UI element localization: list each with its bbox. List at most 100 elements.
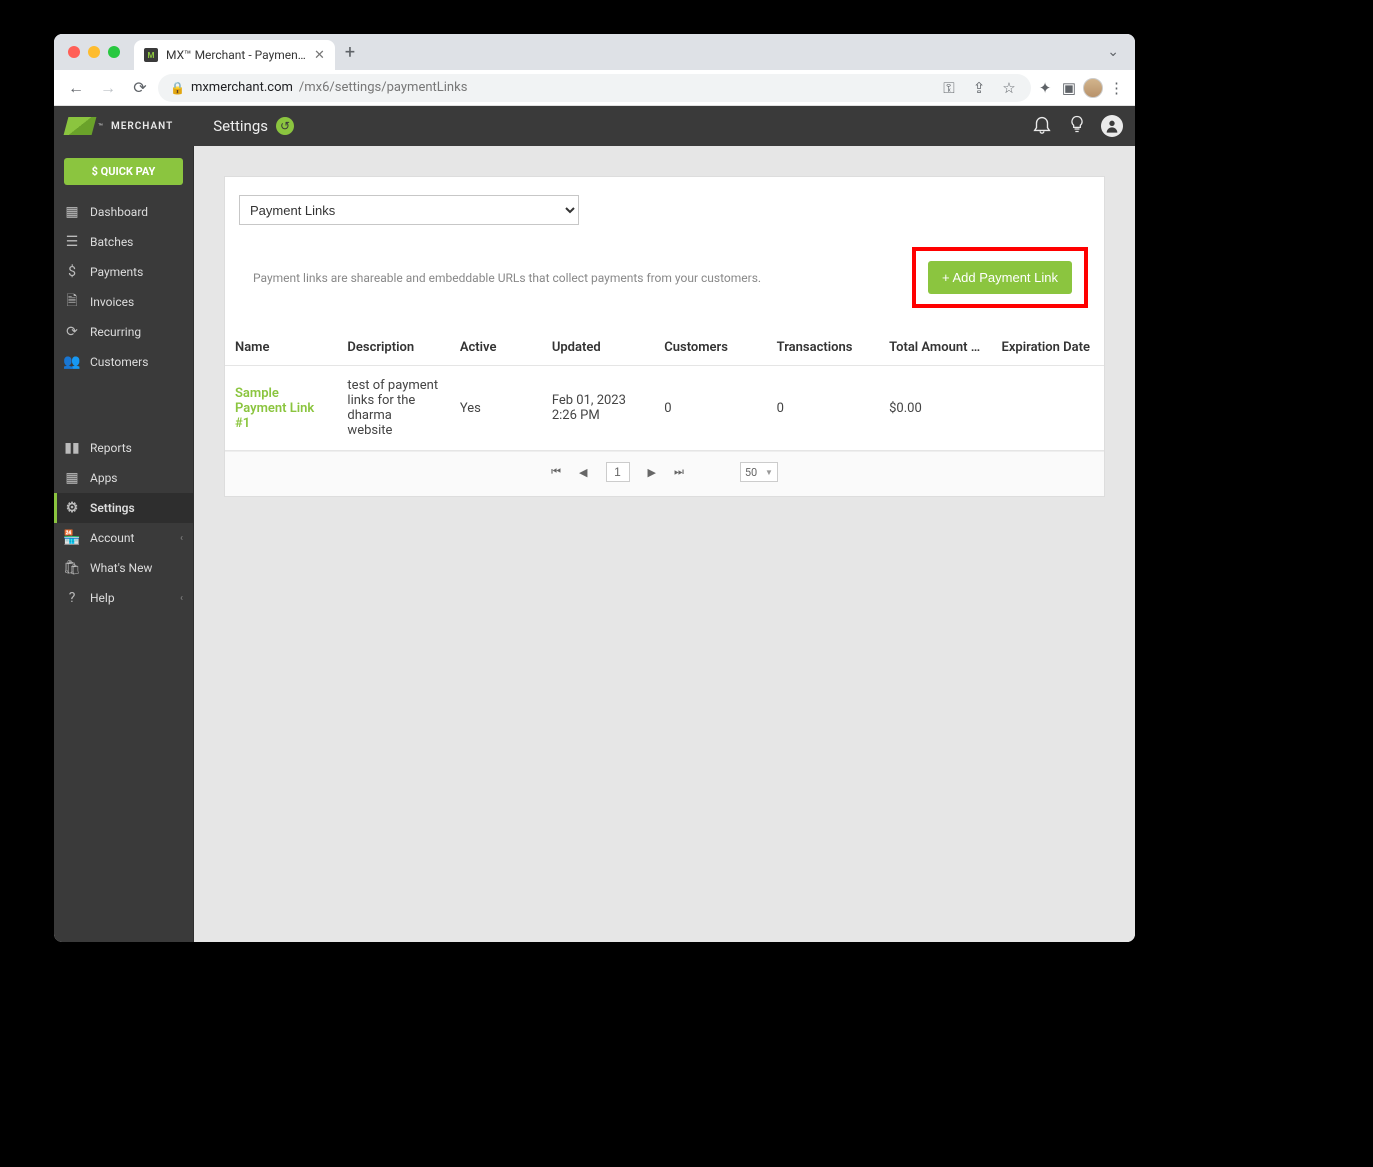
payment-links-table: Name Description Active Updated Customer…	[225, 330, 1104, 451]
reload-button[interactable]: ⟳	[126, 74, 154, 102]
profile-avatar-icon[interactable]	[1083, 78, 1103, 98]
lock-icon: 🔒	[170, 81, 185, 95]
tab-close-icon[interactable]: ✕	[314, 48, 325, 63]
panel-icon[interactable]: ▣	[1059, 79, 1079, 97]
nav-label: Settings	[90, 501, 135, 515]
sidebar-item-payments[interactable]: $Payments	[54, 257, 193, 287]
browser-window: M MX™ Merchant - Payment Link… ✕ + ⌄ ← →…	[54, 34, 1135, 942]
sidebar-nav-secondary: ▮▮Reports ▦Apps ⚙Settings 🏪Account‹ 🛍Wha…	[54, 433, 193, 613]
help-icon: ?	[64, 590, 80, 606]
window-maximize-icon[interactable]	[108, 46, 120, 58]
sidebar-item-whats-new[interactable]: 🛍 What's New	[54, 553, 193, 583]
row-total: $0.00	[879, 366, 991, 451]
row-active: Yes	[450, 366, 542, 451]
nav-label: Invoices	[90, 295, 134, 309]
nav-label: Dashboard	[90, 205, 148, 219]
extensions-icon[interactable]: ✦	[1035, 79, 1055, 97]
brand-name: MERCHANT	[111, 121, 173, 132]
col-description[interactable]: Description	[337, 330, 449, 366]
window-minimize-icon[interactable]	[88, 46, 100, 58]
nav-label: What's New	[90, 561, 152, 575]
chevron-left-icon: ‹	[180, 533, 183, 544]
col-name[interactable]: Name	[225, 330, 337, 366]
back-circle-icon[interactable]: ↺	[276, 117, 294, 135]
table-row[interactable]: Sample Payment Link #1 test of payment l…	[225, 366, 1104, 451]
key-icon[interactable]: ⚿	[939, 79, 959, 97]
col-expiration[interactable]: Expiration Date	[992, 330, 1104, 366]
whats-new-icon: 🛍	[64, 560, 80, 576]
nav-label: Account	[90, 531, 134, 545]
customers-icon: 👥	[64, 354, 80, 370]
row-description: test of payment links for the dharma web…	[337, 366, 449, 451]
col-active[interactable]: Active	[450, 330, 542, 366]
nav-label: Help	[90, 591, 115, 605]
col-transactions[interactable]: Transactions	[767, 330, 879, 366]
pager-first-icon[interactable]: ⏮	[551, 465, 561, 479]
quick-pay-button[interactable]: $ QUICK PAY	[64, 158, 183, 185]
sidebar-item-apps[interactable]: ▦Apps	[54, 463, 193, 493]
sidebar-item-reports[interactable]: ▮▮ Reports	[54, 433, 193, 463]
table-pager: ⏮ ◀ ▶ ⏭ 50 ▼	[225, 451, 1104, 496]
app-header: ™ MERCHANT Settings ↺	[54, 106, 1135, 146]
per-page-value: 50	[745, 466, 757, 479]
bookmark-icon[interactable]: ☆	[999, 79, 1019, 97]
url-host: mxmerchant.com	[191, 80, 293, 95]
sidebar-item-customers[interactable]: 👥Customers	[54, 347, 193, 377]
sidebar-item-invoices[interactable]: 🗎Invoices	[54, 287, 193, 317]
tabs-dropdown-icon[interactable]: ⌄	[1099, 40, 1127, 64]
reports-icon: ▮▮	[64, 440, 80, 456]
sidebar-item-account[interactable]: 🏪Account‹	[54, 523, 193, 553]
col-updated[interactable]: Updated	[542, 330, 654, 366]
col-total[interactable]: Total Amount P…	[879, 330, 991, 366]
batches-icon: ☰	[64, 234, 80, 250]
chrome-tab-bar: M MX™ Merchant - Payment Link… ✕ + ⌄	[54, 34, 1135, 70]
address-bar[interactable]: 🔒 mxmerchant.com/mx6/settings/paymentLin…	[158, 74, 1031, 102]
sidebar-item-batches[interactable]: ☰Batches	[54, 227, 193, 257]
highlight-annotation: + Add Payment Link	[912, 247, 1088, 308]
settings-icon: ⚙	[64, 500, 80, 516]
row-customers: 0	[654, 366, 766, 451]
settings-section-select[interactable]: Payment Links	[239, 195, 579, 225]
chrome-menu-icon[interactable]: ⋮	[1107, 79, 1127, 97]
description-text: Payment links are shareable and embeddab…	[253, 271, 902, 285]
pager-prev-icon[interactable]: ◀	[579, 466, 587, 479]
row-name-link[interactable]: Sample Payment Link #1	[235, 386, 314, 431]
new-tab-button[interactable]: +	[345, 42, 355, 63]
main-content: Payment Links Payment links are shareabl…	[194, 146, 1135, 942]
sidebar: $ QUICK PAY ▦Dashboard ☰Batches $Payment…	[54, 146, 194, 942]
app-body: $ QUICK PAY ▦Dashboard ☰Batches $Payment…	[54, 146, 1135, 942]
app: ™ MERCHANT Settings ↺ $ QUICK PAY	[54, 106, 1135, 942]
row-transactions: 0	[767, 366, 879, 451]
brand[interactable]: ™ MERCHANT	[66, 117, 173, 135]
sidebar-item-help[interactable]: ? Help ‹	[54, 583, 193, 613]
pager-per-page-select[interactable]: 50 ▼	[740, 462, 778, 482]
sidebar-item-recurring[interactable]: ⟳ Recurring	[54, 317, 193, 347]
nav-label: Recurring	[90, 325, 141, 339]
page-title: Settings	[213, 117, 268, 135]
nav-label: Reports	[90, 441, 132, 455]
sidebar-item-settings[interactable]: ⚙ Settings	[54, 493, 193, 523]
lightbulb-icon[interactable]	[1067, 114, 1087, 139]
sidebar-item-dashboard[interactable]: ▦Dashboard	[54, 197, 193, 227]
pager-page-input[interactable]	[606, 462, 630, 482]
user-avatar-icon[interactable]	[1101, 115, 1123, 137]
back-button[interactable]: ←	[62, 74, 90, 102]
pager-next-icon[interactable]: ▶	[648, 466, 656, 479]
browser-tab[interactable]: M MX™ Merchant - Payment Link… ✕	[134, 40, 335, 70]
recurring-icon: ⟳	[64, 324, 80, 340]
chevron-left-icon: ‹	[180, 593, 183, 604]
forward-button[interactable]: →	[94, 74, 122, 102]
tab-title: MX™ Merchant - Payment Link…	[166, 48, 306, 62]
sidebar-nav-primary: ▦Dashboard ☰Batches $Payments 🗎Invoices …	[54, 197, 193, 377]
row-expiration	[992, 366, 1104, 451]
pager-last-icon[interactable]: ⏭	[674, 465, 684, 479]
share-icon[interactable]: ⇪	[969, 79, 989, 97]
add-payment-link-button[interactable]: + Add Payment Link	[928, 261, 1072, 294]
window-close-icon[interactable]	[68, 46, 80, 58]
settings-card: Payment Links Payment links are shareabl…	[224, 176, 1105, 497]
col-customers[interactable]: Customers	[654, 330, 766, 366]
bell-icon[interactable]	[1031, 113, 1053, 140]
url-path: /mx6/settings/paymentLinks	[299, 80, 468, 95]
row-updated: Feb 01, 2023 2:26 PM	[542, 366, 654, 451]
payments-icon: $	[64, 264, 80, 280]
